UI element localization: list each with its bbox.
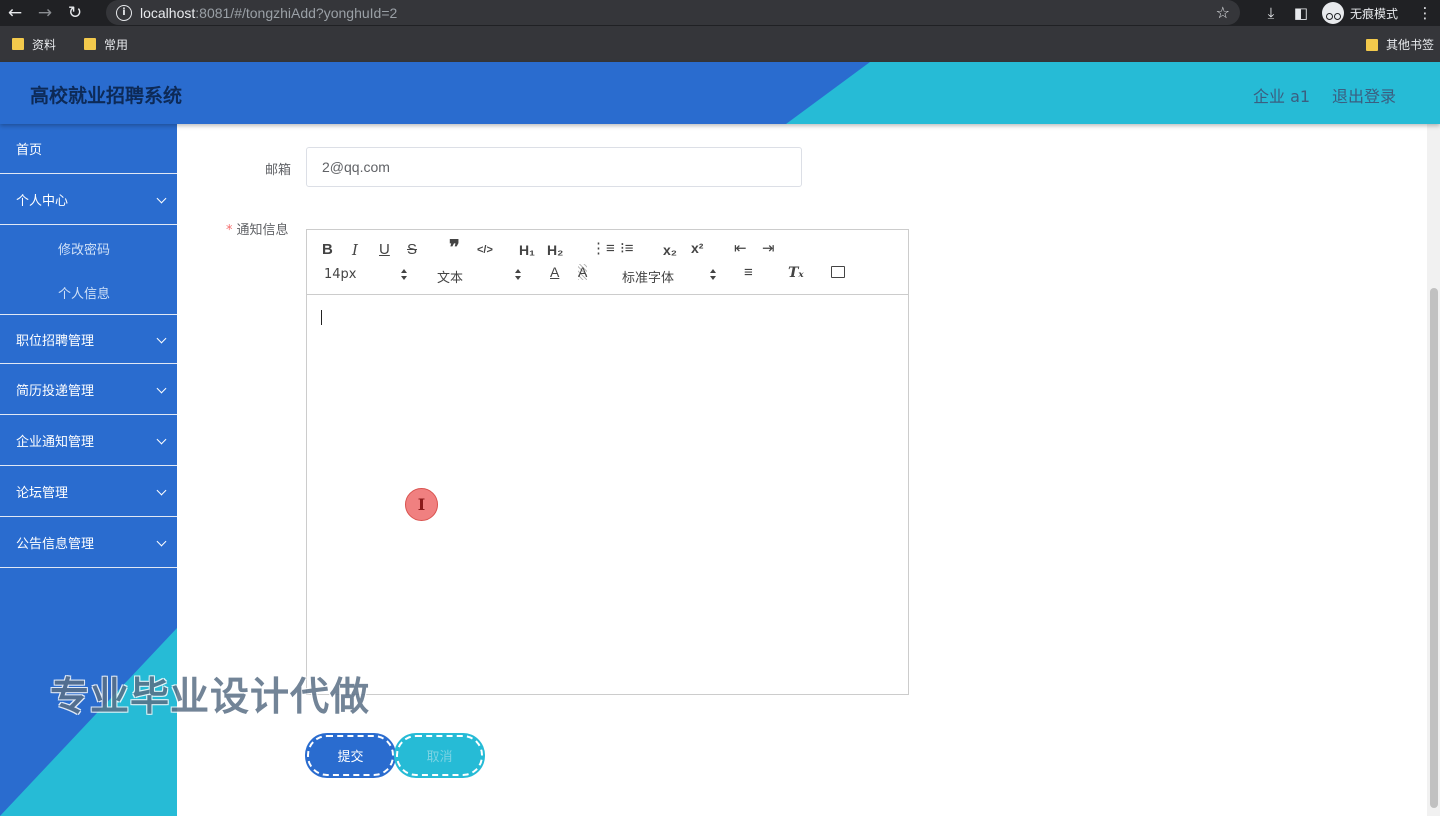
sidebar-item-label: 个人中心	[16, 194, 69, 209]
sidebar-item-job-recruitment[interactable]: 职位招聘管理	[0, 314, 177, 364]
outdent-icon[interactable]: ⇤	[734, 241, 747, 257]
sidebar-item-label: 职位招聘管理	[16, 333, 95, 349]
watermark-text: 专业毕业设计代做	[50, 675, 371, 720]
other-bookmarks-label: 其他书签	[1385, 38, 1434, 52]
other-bookmarks[interactable]: 其他书签	[1365, 36, 1434, 53]
submit-button[interactable]: 提交	[307, 735, 394, 776]
sidebar-item-forum[interactable]: 论坛管理	[0, 467, 177, 517]
incognito-label: 无痕模式	[1349, 6, 1398, 21]
ordered-list-icon[interactable]: ⋮≡	[591, 241, 615, 257]
chevron-down-icon	[156, 485, 167, 496]
site-info-icon[interactable]: i	[116, 4, 132, 21]
font-family-select[interactable]: 标准字体	[622, 267, 674, 286]
font-size-arrow-icon	[400, 269, 408, 281]
blockquote-icon[interactable]: ❞	[449, 238, 460, 258]
align-icon[interactable]: ≡	[744, 265, 753, 281]
incognito-icon	[1321, 2, 1344, 24]
email-field[interactable]: 2@qq.com	[306, 147, 802, 187]
current-user: 企业 a1	[1253, 87, 1311, 106]
rich-text-editor: B I U S ❞ </> H₁ H₂ ⋮≡ ⁝≡ x₂ x² ⇤ ⇥ 14px…	[306, 229, 909, 695]
mouse-cursor-icon: I	[405, 488, 438, 521]
back-icon[interactable]: ←	[0, 0, 30, 26]
editor-content-area[interactable]	[307, 296, 908, 694]
font-size-select[interactable]: 14px	[324, 267, 357, 282]
editor-toolbar: B I U S ❞ </> H₁ H₂ ⋮≡ ⁝≡ x₂ x² ⇤ ⇥ 14px…	[307, 230, 908, 295]
address-bar[interactable]: i localhost:8081/#/tongzhiAdd?yonghuId=2…	[106, 0, 1240, 25]
sidebar-subitem-change-password[interactable]: 修改密码	[58, 239, 110, 258]
forward-icon[interactable]: →	[30, 0, 60, 26]
required-mark: *	[226, 223, 233, 238]
h1-icon[interactable]: H₁	[519, 242, 535, 258]
bullet-list-icon[interactable]: ⁝≡	[620, 241, 634, 257]
bookmark-label: 常用	[104, 37, 129, 52]
bookmark-label: 资料	[32, 37, 57, 52]
app-header: 高校就业招聘系统 企业 a1 退出登录	[0, 62, 1440, 124]
sidebar-item-label: 简历投递管理	[16, 384, 95, 399]
bookmark-star-icon[interactable]: ☆	[1216, 3, 1230, 22]
sidebar-item-label: 公告信息管理	[16, 537, 95, 552]
sidebar-item-company-notice[interactable]: 企业通知管理	[0, 416, 177, 466]
indent-icon[interactable]: ⇥	[762, 241, 775, 257]
sidebar-subitem-personal-info[interactable]: 个人信息	[58, 283, 110, 302]
notice-label-text: 通知信息	[236, 223, 289, 238]
sidebar-item-personal-center[interactable]: 个人中心	[0, 175, 177, 225]
bookmark-folder-changyong[interactable]: 常用	[84, 36, 128, 53]
superscript-icon[interactable]: x²	[691, 240, 703, 256]
subscript-icon[interactable]: x₂	[663, 242, 677, 258]
browser-toolbar: ← → ↻ i localhost:8081/#/tongzhiAdd?yong…	[0, 0, 1440, 26]
bookmark-folder-ziliao[interactable]: 资料	[12, 36, 56, 53]
folder-icon	[84, 38, 97, 50]
notice-label: * 通知信息	[226, 219, 289, 238]
text-caret	[321, 310, 322, 325]
sidebar-item-home[interactable]: 首页	[0, 124, 177, 174]
italic-icon[interactable]: I	[352, 242, 358, 258]
bookmarks-bar: 资料 常用 其他书签	[0, 26, 1440, 62]
side-panel-icon[interactable]: ◧	[1286, 0, 1316, 26]
incognito-indicator[interactable]: 无痕模式	[1321, 2, 1398, 24]
header-select[interactable]: 文本	[437, 267, 463, 286]
cancel-button[interactable]: 取消	[396, 735, 483, 776]
reload-icon[interactable]: ↻	[60, 0, 90, 26]
bold-icon[interactable]: B	[322, 242, 333, 258]
logout-link[interactable]: 退出登录	[1332, 83, 1396, 107]
download-icon[interactable]: ⤓	[1256, 0, 1286, 26]
background-color-icon[interactable]: A	[578, 264, 588, 280]
chevron-down-icon	[156, 383, 167, 394]
h2-icon[interactable]: H₂	[547, 242, 563, 258]
image-icon[interactable]	[831, 266, 845, 278]
scrollbar-thumb[interactable]	[1430, 288, 1438, 808]
folder-icon	[12, 38, 24, 50]
menu-kebab-icon[interactable]: ⋮	[1410, 0, 1440, 26]
underline-icon[interactable]: U	[379, 242, 390, 258]
clean-format-icon[interactable]: Tₓ	[788, 265, 804, 281]
font-family-arrow-icon	[709, 269, 717, 281]
chevron-down-icon	[156, 333, 167, 344]
sidebar-item-resume-delivery[interactable]: 简历投递管理	[0, 365, 177, 415]
code-block-icon[interactable]: </>	[477, 242, 493, 258]
strike-icon[interactable]: S	[407, 242, 417, 258]
page-scrollbar[interactable]	[1427, 124, 1440, 816]
email-label: 邮箱	[265, 163, 292, 178]
url-path: :8081/#/tongzhiAdd?yonghuId=2	[195, 4, 398, 21]
sidebar-accent-shape	[0, 628, 177, 816]
sidebar-item-label: 企业通知管理	[16, 435, 95, 450]
font-color-icon[interactable]: A	[550, 264, 559, 280]
app-title: 高校就业招聘系统	[30, 85, 183, 107]
header-arrow-icon	[514, 269, 522, 281]
url-host: localhost	[140, 4, 196, 21]
chevron-down-icon	[156, 536, 167, 547]
chevron-down-icon	[156, 193, 167, 204]
cancel-label: 取消	[426, 750, 453, 765]
folder-icon	[1365, 38, 1378, 51]
chevron-down-icon	[156, 434, 167, 445]
sidebar-item-label: 首页	[16, 143, 43, 158]
sidebar-item-announcement[interactable]: 公告信息管理	[0, 518, 177, 568]
sidebar-item-label: 论坛管理	[16, 486, 69, 501]
